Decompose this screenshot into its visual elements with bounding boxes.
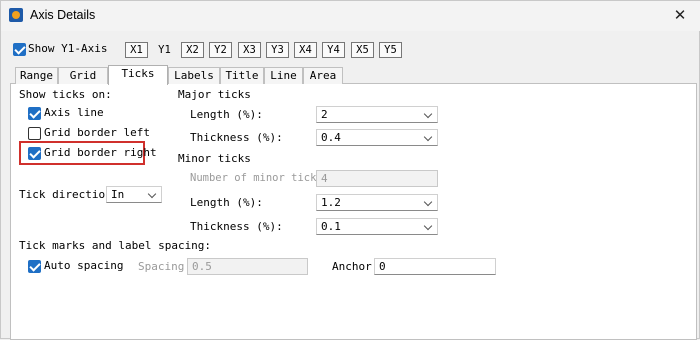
axis-button-y2[interactable]: Y2 bbox=[209, 42, 232, 58]
axis-button-x5[interactable]: X5 bbox=[351, 42, 374, 58]
app-icon bbox=[9, 8, 23, 22]
grid-border-right-label: Grid border right bbox=[44, 146, 157, 159]
chevron-down-icon bbox=[423, 132, 433, 142]
spacing-label: Spacing: bbox=[138, 260, 191, 273]
minor-number-field: 4 bbox=[316, 170, 438, 187]
tick-direction-label: Tick direction: bbox=[19, 188, 119, 201]
anchor-field[interactable]: 0 bbox=[374, 258, 496, 275]
tab-grid[interactable]: Grid bbox=[58, 67, 108, 84]
minor-number-label: Number of minor ticks: bbox=[190, 172, 330, 184]
axis-line-label: Axis line bbox=[44, 106, 104, 119]
tick-direction-select[interactable]: In bbox=[106, 186, 162, 203]
axis-button-y4[interactable]: Y4 bbox=[322, 42, 345, 58]
tab-ticks[interactable]: Ticks bbox=[108, 65, 168, 85]
major-thickness-value: 0.4 bbox=[321, 131, 341, 144]
axis-button-x3[interactable]: X3 bbox=[238, 42, 261, 58]
minor-thickness-label: Thickness (%): bbox=[190, 220, 283, 233]
tab-title[interactable]: Title bbox=[220, 67, 264, 84]
axis-button-y3[interactable]: Y3 bbox=[266, 42, 289, 58]
minor-number-value: 4 bbox=[321, 172, 328, 185]
chevron-down-icon bbox=[147, 189, 157, 199]
minor-length-value: 1.2 bbox=[321, 196, 341, 209]
chevron-down-icon bbox=[423, 109, 433, 119]
major-length-value: 2 bbox=[321, 108, 328, 121]
axis-line-checkbox[interactable] bbox=[28, 107, 41, 120]
title-bar: Axis Details ✕ bbox=[1, 1, 700, 31]
axis-button-y1[interactable]: Y1 bbox=[153, 42, 176, 58]
minor-length-select[interactable]: 1.2 bbox=[316, 194, 438, 211]
tab-line[interactable]: Line bbox=[264, 67, 303, 84]
show-axis-label: Show Y1-Axis bbox=[28, 42, 108, 55]
auto-spacing-checkbox[interactable] bbox=[28, 260, 41, 273]
minor-length-label: Length (%): bbox=[190, 196, 263, 209]
major-ticks-heading: Major ticks bbox=[178, 88, 251, 101]
grid-border-left-checkbox[interactable] bbox=[28, 127, 41, 140]
minor-ticks-heading: Minor ticks bbox=[178, 152, 251, 165]
auto-spacing-label: Auto spacing bbox=[44, 259, 124, 272]
close-button[interactable]: ✕ bbox=[665, 4, 695, 28]
spacing-heading: Tick marks and label spacing: bbox=[19, 239, 212, 252]
tab-range[interactable]: Range bbox=[15, 67, 58, 84]
tick-direction-value: In bbox=[111, 188, 125, 201]
axis-button-x2[interactable]: X2 bbox=[181, 42, 204, 58]
major-thickness-select[interactable]: 0.4 bbox=[316, 129, 438, 146]
minor-thickness-value: 0.1 bbox=[321, 220, 341, 233]
show-axis-checkbox[interactable] bbox=[13, 43, 26, 56]
show-ticks-heading: Show ticks on: bbox=[19, 88, 112, 101]
axis-details-window: Axis Details ✕ Show Y1-Axis X1 Y1 X2 Y2 … bbox=[0, 0, 700, 340]
minor-thickness-select[interactable]: 0.1 bbox=[316, 218, 438, 235]
axis-button-x4[interactable]: X4 bbox=[294, 42, 317, 58]
spacing-value: 0.5 bbox=[192, 260, 212, 273]
grid-border-right-checkbox[interactable] bbox=[28, 147, 41, 160]
window-title: Axis Details bbox=[30, 8, 96, 22]
spacing-field: 0.5 bbox=[187, 258, 308, 275]
tab-labels[interactable]: Labels bbox=[168, 67, 220, 84]
grid-border-left-label: Grid border left bbox=[44, 126, 150, 139]
anchor-value: 0 bbox=[379, 260, 386, 273]
major-thickness-label: Thickness (%): bbox=[190, 131, 283, 144]
anchor-label: Anchor: bbox=[332, 260, 379, 273]
tab-area[interactable]: Area bbox=[303, 67, 343, 84]
chevron-down-icon bbox=[423, 221, 433, 231]
axis-button-y5[interactable]: Y5 bbox=[379, 42, 402, 58]
axis-button-x1[interactable]: X1 bbox=[125, 42, 148, 58]
major-length-select[interactable]: 2 bbox=[316, 106, 438, 123]
major-length-label: Length (%): bbox=[190, 108, 263, 121]
chevron-down-icon bbox=[423, 197, 433, 207]
